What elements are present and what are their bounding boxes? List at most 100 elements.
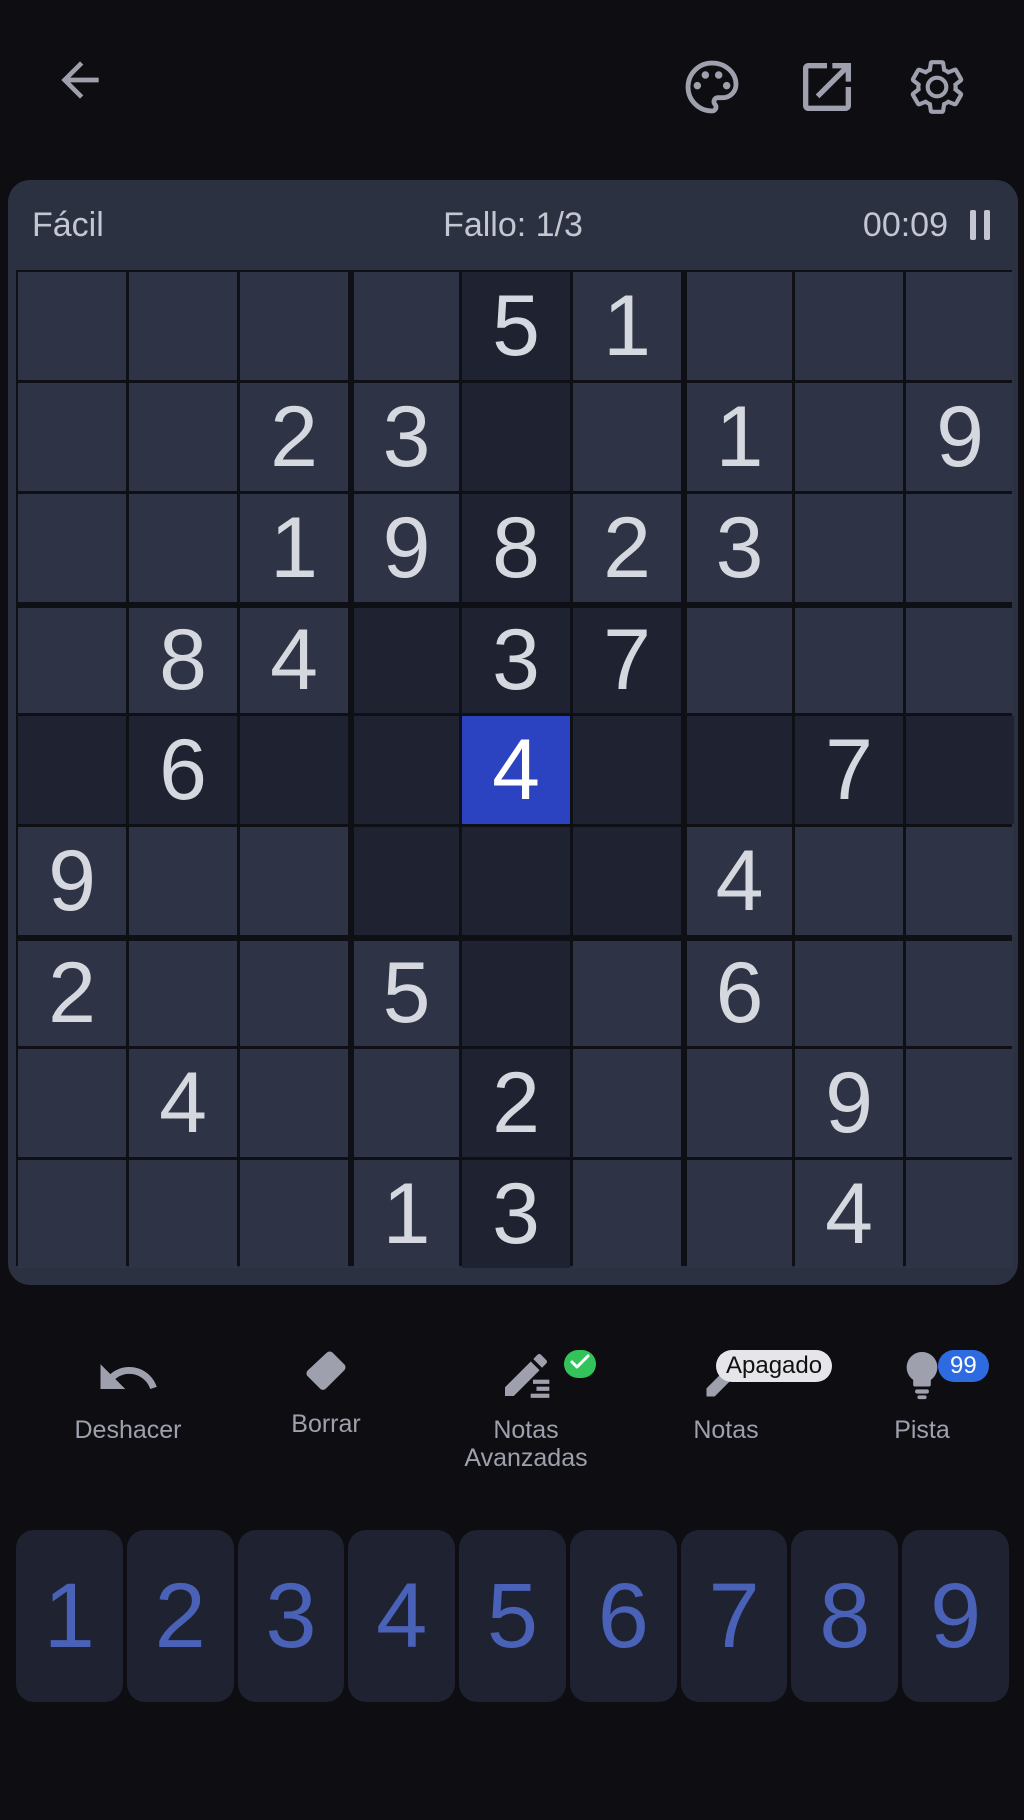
grid-cell[interactable] <box>462 941 570 1046</box>
notes-button[interactable]: Notas Apagado <box>636 1330 833 1444</box>
grid-cell[interactable] <box>687 1160 792 1268</box>
grid-cell[interactable]: 1 <box>573 272 681 380</box>
grid-cell[interactable] <box>906 1160 1014 1268</box>
grid-cell[interactable] <box>906 827 1014 935</box>
number-key-1[interactable]: 1 <box>16 1530 123 1702</box>
grid-cell[interactable] <box>240 1049 348 1157</box>
grid-cell[interactable]: 2 <box>462 1049 570 1157</box>
grid-cell[interactable] <box>129 1160 237 1268</box>
number-key-7[interactable]: 7 <box>680 1530 788 1702</box>
grid-cell[interactable] <box>906 941 1014 1046</box>
pause-icon[interactable] <box>970 210 990 240</box>
grid-cell[interactable] <box>573 716 681 824</box>
grid-cell[interactable] <box>687 716 792 824</box>
grid-cell[interactable] <box>573 1049 681 1157</box>
grid-cell[interactable] <box>18 272 126 380</box>
grid-cell[interactable] <box>795 272 903 380</box>
grid-cell[interactable] <box>795 827 903 935</box>
grid-cell[interactable]: 8 <box>129 608 237 713</box>
grid-cell[interactable] <box>129 272 237 380</box>
number-key-2[interactable]: 2 <box>126 1530 234 1702</box>
grid-cell[interactable] <box>795 494 903 602</box>
grid-cell[interactable] <box>18 608 126 713</box>
grid-cell[interactable] <box>906 1049 1014 1157</box>
grid-cell[interactable]: 2 <box>18 941 126 1046</box>
grid-cell[interactable]: 7 <box>795 716 903 824</box>
grid-cell[interactable] <box>240 716 348 824</box>
grid-cell[interactable]: 6 <box>129 716 237 824</box>
grid-cell[interactable]: 4 <box>240 608 348 713</box>
grid-cell[interactable] <box>687 608 792 713</box>
grid-cell[interactable] <box>795 941 903 1046</box>
back-arrow-icon[interactable] <box>40 40 120 120</box>
grid-cell[interactable]: 5 <box>354 941 459 1046</box>
grid-cell[interactable]: 1 <box>354 1160 459 1268</box>
grid-cell[interactable]: 3 <box>462 608 570 713</box>
erase-button[interactable]: Borrar <box>236 1330 416 1438</box>
grid-cell[interactable] <box>354 1049 459 1157</box>
grid-cell[interactable] <box>240 941 348 1046</box>
grid-cell[interactable]: 3 <box>687 494 792 602</box>
grid-cell[interactable]: 1 <box>687 383 792 491</box>
grid-cell[interactable]: 6 <box>687 941 792 1046</box>
grid-cell[interactable]: 1 <box>240 494 348 602</box>
number-key-8[interactable]: 8 <box>791 1530 899 1702</box>
grid-cell[interactable] <box>687 1049 792 1157</box>
palette-icon[interactable] <box>670 45 754 129</box>
grid-cell[interactable] <box>18 494 126 602</box>
grid-cell[interactable] <box>18 1160 126 1268</box>
grid-cell[interactable]: 9 <box>906 383 1014 491</box>
grid-cell[interactable] <box>906 608 1014 713</box>
grid-cell[interactable]: 2 <box>573 494 681 602</box>
grid-cell[interactable]: 5 <box>462 272 570 380</box>
number-key-5[interactable]: 5 <box>459 1530 566 1702</box>
grid-cell[interactable]: 3 <box>462 1160 570 1268</box>
advanced-notes-button[interactable]: Notas Avanzadas <box>436 1330 616 1472</box>
grid-cell[interactable] <box>354 608 459 713</box>
grid-cell[interactable] <box>18 383 126 491</box>
open-external-icon[interactable] <box>785 45 869 129</box>
grid-cell[interactable] <box>906 716 1014 824</box>
number-key-9[interactable]: 9 <box>902 1530 1010 1702</box>
grid-cell[interactable]: 8 <box>462 494 570 602</box>
grid-cell[interactable] <box>129 827 237 935</box>
grid-cell[interactable]: 7 <box>573 608 681 713</box>
grid-cell[interactable]: 2 <box>240 383 348 491</box>
grid-cell[interactable]: 4 <box>129 1049 237 1157</box>
grid-cell[interactable] <box>354 272 459 380</box>
grid-cell[interactable]: 4 <box>795 1160 903 1268</box>
grid-cell[interactable] <box>687 272 792 380</box>
number-key-3[interactable]: 3 <box>237 1530 345 1702</box>
grid-cell[interactable]: 4 <box>462 716 570 824</box>
grid-cell[interactable] <box>129 383 237 491</box>
grid-cell[interactable] <box>573 941 681 1046</box>
grid-cell[interactable] <box>462 827 570 935</box>
grid-cell[interactable] <box>354 827 459 935</box>
grid-cell[interactable] <box>129 941 237 1046</box>
grid-cell[interactable]: 9 <box>795 1049 903 1157</box>
grid-cell[interactable] <box>573 383 681 491</box>
grid-cell[interactable] <box>18 1049 126 1157</box>
number-key-4[interactable]: 4 <box>348 1530 456 1702</box>
grid-cell[interactable] <box>573 1160 681 1268</box>
undo-button[interactable]: Deshacer <box>38 1330 218 1444</box>
grid-cell[interactable]: 3 <box>354 383 459 491</box>
grid-cell[interactable] <box>18 716 126 824</box>
grid-cell[interactable] <box>795 383 903 491</box>
hint-button[interactable]: Pista 99 <box>832 1330 1012 1444</box>
grid-cell[interactable] <box>240 827 348 935</box>
grid-cell[interactable] <box>906 272 1014 380</box>
grid-cell[interactable] <box>240 272 348 380</box>
grid-cell[interactable] <box>906 494 1014 602</box>
grid-cell[interactable] <box>129 494 237 602</box>
grid-cell[interactable] <box>462 383 570 491</box>
grid-cell[interactable] <box>573 827 681 935</box>
settings-gear-icon[interactable] <box>895 45 979 129</box>
number-key-6[interactable]: 6 <box>569 1530 677 1702</box>
grid-cell[interactable]: 9 <box>354 494 459 602</box>
grid-cell[interactable] <box>795 608 903 713</box>
grid-cell[interactable]: 4 <box>687 827 792 935</box>
grid-cell[interactable] <box>240 1160 348 1268</box>
grid-cell[interactable]: 9 <box>18 827 126 935</box>
grid-cell[interactable] <box>354 716 459 824</box>
